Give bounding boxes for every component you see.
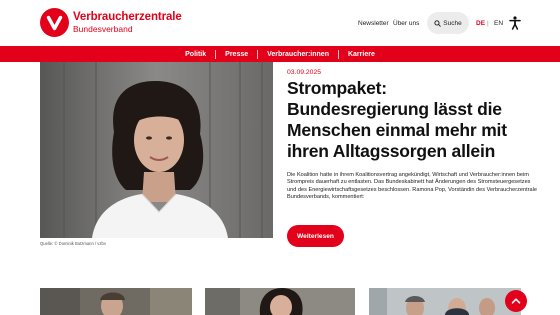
arrow-up-icon bbox=[511, 298, 521, 304]
nav-item-verbraucherinnen[interactable]: Verbraucher:innen bbox=[258, 51, 338, 58]
search-button-label: Suche bbox=[443, 19, 462, 27]
nav-item-politik[interactable]: Politik bbox=[176, 51, 215, 58]
article-headline[interactable]: Strompaket: Bundesregierung lässt die Me… bbox=[287, 78, 532, 162]
teaser-card-image[interactable] bbox=[205, 288, 355, 315]
article-date: 03.09.2025 bbox=[287, 69, 322, 76]
image-caption: Quelle: © Dominik Butzmann / vzbv bbox=[40, 241, 106, 246]
language-de-link[interactable]: DE bbox=[476, 12, 485, 34]
article-teaser: Die Koalition hatte in ihrem Koalitionsv… bbox=[287, 172, 538, 201]
search-button[interactable]: Suche bbox=[427, 12, 469, 34]
language-separator: | bbox=[487, 19, 489, 27]
nav-item-presse[interactable]: Presse bbox=[216, 51, 257, 58]
accessibility-icon[interactable] bbox=[509, 16, 521, 30]
search-icon bbox=[434, 19, 442, 27]
main-navigation: Politik Presse Verbraucher:innen Karrier… bbox=[0, 46, 560, 62]
site-header: Verbraucherzentrale Bundesverband Newsle… bbox=[0, 0, 560, 46]
brand-title: Verbraucherzentrale bbox=[73, 11, 182, 23]
verbraucherzentrale-logo-icon bbox=[40, 8, 69, 37]
about-us-link[interactable]: Über uns bbox=[393, 12, 419, 34]
newsletter-link[interactable]: Newsletter bbox=[358, 12, 389, 34]
back-to-top-button[interactable] bbox=[505, 290, 527, 312]
read-more-button[interactable]: Weiterlesen bbox=[287, 225, 344, 247]
nav-item-karriere[interactable]: Karriere bbox=[339, 51, 384, 58]
teaser-card-image[interactable] bbox=[369, 288, 521, 315]
language-en-link[interactable]: EN bbox=[494, 12, 503, 34]
brand-subtitle: Bundesverband bbox=[73, 23, 133, 34]
site-logo[interactable]: Verbraucherzentrale Bundesverband bbox=[40, 8, 182, 37]
teaser-card-image[interactable] bbox=[40, 288, 192, 315]
article-portrait-image[interactable] bbox=[40, 62, 273, 238]
